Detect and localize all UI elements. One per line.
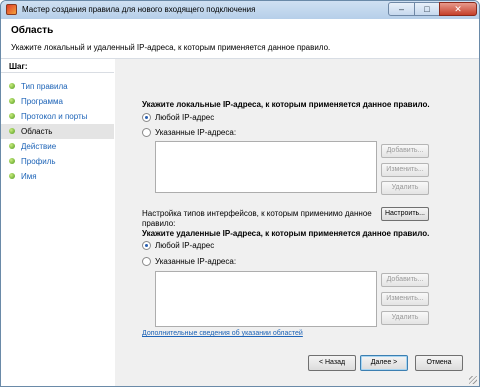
remote-any-label[interactable]: Любой IP-адрес <box>155 241 214 250</box>
configure-interfaces-button[interactable]: Настроить... <box>381 207 429 221</box>
step-program[interactable]: Программа <box>1 94 114 109</box>
step-status-dot-icon <box>9 98 15 104</box>
title-bar[interactable]: Мастер создания правила для нового входя… <box>1 1 479 19</box>
resize-grip[interactable] <box>469 376 477 384</box>
interfaces-text-line2: правило: <box>142 219 176 228</box>
local-remove-button[interactable]: Удалить <box>381 181 429 195</box>
local-edit-button[interactable]: Изменить... <box>381 163 429 177</box>
more-info-link[interactable]: Дополнительные сведения об указании обла… <box>142 330 303 337</box>
remote-remove-button[interactable]: Удалить <box>381 311 429 325</box>
step-name[interactable]: Имя <box>1 169 114 184</box>
step-label: Протокол и порты <box>21 112 88 121</box>
firewall-icon <box>6 4 17 15</box>
steps-heading: Шаг: <box>9 62 28 71</box>
interfaces-text-line1: Настройка типов интерфейсов, к которым п… <box>142 209 372 218</box>
step-label: Область <box>21 127 53 136</box>
local-any-label[interactable]: Любой IP-адрес <box>155 113 214 122</box>
wizard-window: Мастер создания правила для нового входя… <box>0 0 480 387</box>
remote-specified-radio[interactable] <box>142 257 151 266</box>
step-action[interactable]: Действие <box>1 139 114 154</box>
window-title: Мастер создания правила для нового входя… <box>22 5 256 14</box>
step-status-dot-icon <box>9 128 15 134</box>
cancel-button[interactable]: Отмена <box>415 355 463 371</box>
maximize-button[interactable]: □ <box>414 2 440 16</box>
step-status-dot-icon <box>9 143 15 149</box>
remote-any-radio[interactable] <box>142 241 151 250</box>
next-button[interactable]: Далее > <box>360 355 408 371</box>
step-status-dot-icon <box>9 83 15 89</box>
step-label: Программа <box>21 97 63 106</box>
local-specified-radio[interactable] <box>142 128 151 137</box>
step-status-dot-icon <box>9 173 15 179</box>
back-button[interactable]: < Назад <box>308 355 356 371</box>
remote-ip-list[interactable] <box>155 271 377 327</box>
page-title: Область <box>11 25 54 36</box>
remote-specified-label[interactable]: Указанные IP-адреса: <box>155 257 236 266</box>
remote-edit-button[interactable]: Изменить... <box>381 292 429 306</box>
remote-add-button[interactable]: Добавить... <box>381 273 429 287</box>
local-ip-heading: Укажите локальные IP-адреса, к которым п… <box>142 100 430 109</box>
main-content: Укажите локальные IP-адреса, к которым п… <box>115 59 479 386</box>
step-label: Профиль <box>21 157 56 166</box>
steps-panel: Шаг: Тип правила Программа Протокол и по… <box>1 59 114 386</box>
step-label: Действие <box>21 142 57 151</box>
steps-heading-bar: Шаг: <box>1 59 114 73</box>
minimize-button[interactable]: – <box>388 2 415 16</box>
local-add-button[interactable]: Добавить... <box>381 144 429 158</box>
step-status-dot-icon <box>9 158 15 164</box>
step-profile[interactable]: Профиль <box>1 154 114 169</box>
step-rule-type[interactable]: Тип правила <box>1 79 114 94</box>
close-button[interactable]: ✕ <box>439 2 477 16</box>
local-specified-label[interactable]: Указанные IP-адреса: <box>155 128 236 137</box>
step-status-dot-icon <box>9 113 15 119</box>
step-scope[interactable]: Область <box>1 124 114 139</box>
wizard-header: Область Укажите локальный и удаленный IP… <box>1 19 479 59</box>
step-label: Тип правила <box>21 82 68 91</box>
local-any-radio[interactable] <box>142 113 151 122</box>
step-protocol-ports[interactable]: Протокол и порты <box>1 109 114 124</box>
page-subtitle: Укажите локальный и удаленный IP-адреса,… <box>11 43 331 52</box>
local-ip-list[interactable] <box>155 141 377 193</box>
step-label: Имя <box>21 172 37 181</box>
remote-ip-heading: Укажите удаленные IP-адреса, к которым п… <box>142 229 430 238</box>
